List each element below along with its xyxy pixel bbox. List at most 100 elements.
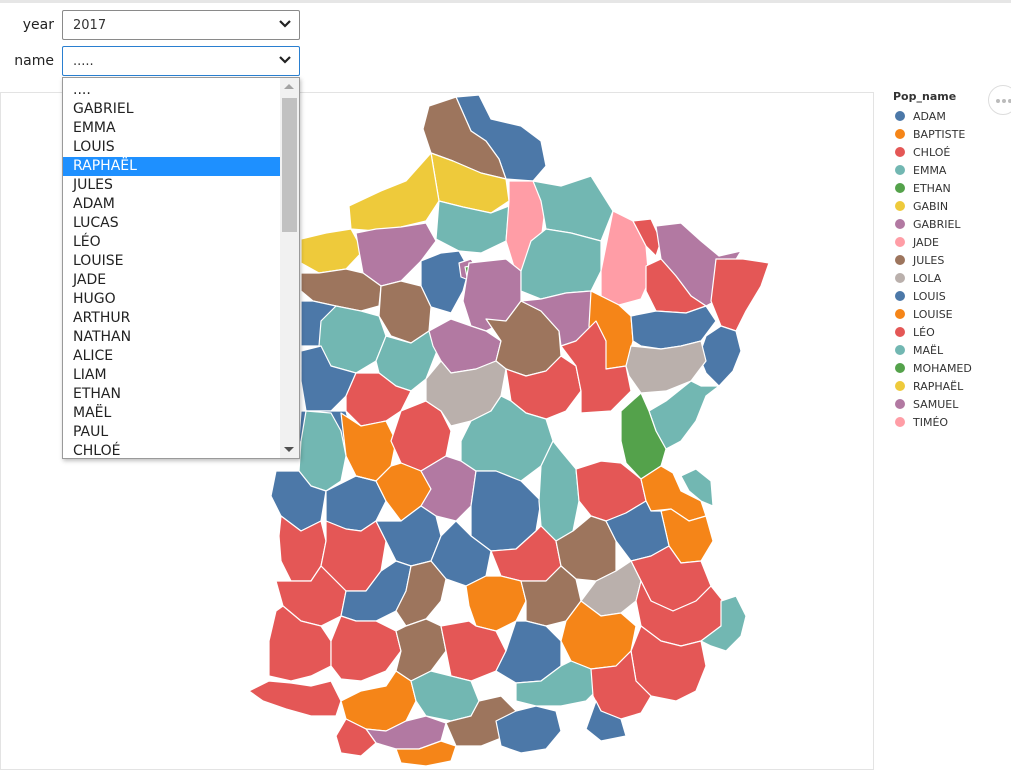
dropdown-option[interactable]: PAUL [63,423,280,442]
dropdown-scrollbar[interactable] [280,78,299,458]
dropdown-option[interactable]: JADE [63,271,280,290]
legend-item: BAPTISTE [893,125,972,143]
legend-title: Pop_name [893,90,957,103]
map-region [375,505,442,567]
name-dropdown-list[interactable]: .... GABRIEL EMMA LOUIS RAPHAËL JULES ADAM LUCA… [62,77,300,459]
legend-swatch [895,363,905,373]
map-region [710,258,770,332]
legend-item: JULES [893,251,972,269]
dropdown-option[interactable]: LOUIS [63,138,280,157]
year-select[interactable]: 2017 [62,10,300,40]
legend-item: RAPHAËL [893,377,972,395]
dropdown-option[interactable]: GABRIEL [63,100,280,119]
legend-item: JADE [893,233,972,251]
dropdown-option[interactable]: CHLOÉ [63,442,280,458]
legend-swatch [895,201,905,211]
legend-swatch [895,111,905,121]
map-region [300,228,364,274]
legend-label: TIMÉO [913,415,949,429]
dropdown-option[interactable]: ARTHUR [63,309,280,328]
chevron-down-icon [279,56,291,64]
dropdown-option[interactable]: EMMA [63,119,280,138]
map-region [248,680,342,717]
legend-swatch [895,273,905,283]
name-select[interactable]: ..... [62,46,300,76]
map-legend: Pop_name ADAM BAPTISTE CHLOÉ EMMA ETHAN GABIN… [893,90,972,431]
legend-swatch [895,165,905,175]
legend-label: LOLA [913,271,942,285]
legend-label: CHLOÉ [913,145,951,159]
dropdown-option[interactable]: LUCAS [63,214,280,233]
legend-label: JADE [913,235,939,249]
dropdown-option[interactable]: HUGO [63,290,280,309]
map-region [330,615,402,682]
legend-label: ADAM [913,109,946,123]
legend-item: LOUIS [893,287,972,305]
scroll-up-icon[interactable] [284,84,294,89]
legend-item: GABRIEL [893,215,972,233]
legend-swatch [895,309,905,319]
legend-item: MOHAMED [893,359,972,377]
dropdown-option[interactable]: ADAM [63,195,280,214]
legend-item: GABIN [893,197,972,215]
year-select-value: 2017 [73,18,107,33]
legend-label: MAËL [913,343,944,357]
year-label: year [22,17,54,33]
map-region [348,152,440,232]
dropdown-option[interactable]: LÉO [63,233,280,252]
legend-label: ETHAN [913,181,951,195]
legend-swatch [895,183,905,193]
legend-swatch [895,417,905,427]
name-select-value: ..... [73,54,94,69]
legend-label: BAPTISTE [913,127,966,141]
legend-label: RAPHAËL [913,379,964,393]
dropdown-option[interactable]: .... [63,81,280,100]
legend-label: JULES [913,253,945,267]
dropdown-option[interactable]: JULES [63,176,280,195]
legend-item: LOUISE [893,305,972,323]
legend-item: CHLOÉ [893,143,972,161]
legend-item: MAËL [893,341,972,359]
dropdown-options: .... GABRIEL EMMA LOUIS RAPHAËL JULES ADAM LUCA… [63,81,280,458]
dropdown-option[interactable]: NATHAN [63,328,280,347]
dropdown-option[interactable]: ALICE [63,347,280,366]
legend-item: ADAM [893,107,972,125]
legend-swatch [895,399,905,409]
more-options-button[interactable] [988,85,1011,115]
map-region [520,228,602,300]
legend-item: LOLA [893,269,972,287]
map-region [378,280,432,344]
legend-items: ADAM BAPTISTE CHLOÉ EMMA ETHAN GABIN GABRIEL JA… [893,107,972,431]
legend-swatch [895,129,905,139]
name-label: name [14,53,54,69]
legend-label: GABRIEL [913,217,961,231]
legend-label: SAMUEL [913,397,959,411]
legend-item: EMMA [893,161,972,179]
legend-swatch [895,237,905,247]
legend-item: TIMÉO [893,413,972,431]
legend-swatch [895,345,905,355]
legend-label: LÉO [913,325,935,339]
legend-swatch [895,147,905,157]
legend-label: LOUISE [913,307,953,321]
dropdown-option[interactable]: LIAM [63,366,280,385]
legend-item: SAMUEL [893,395,972,413]
dropdown-option[interactable]: ETHAN [63,385,280,404]
legend-swatch [895,255,905,265]
legend-label: GABIN [913,199,949,213]
legend-swatch [895,291,905,301]
dropdown-option[interactable]: RAPHAËL [63,157,280,176]
legend-label: EMMA [913,163,947,177]
scroll-thumb[interactable] [282,98,297,232]
legend-swatch [895,219,905,229]
dropdown-option[interactable]: MAËL [63,404,280,423]
chevron-down-icon [279,20,291,28]
top-divider [0,0,1011,3]
map-region [395,618,447,682]
legend-item: LÉO [893,323,972,341]
scroll-down-icon[interactable] [284,447,294,452]
legend-swatch [895,381,905,391]
legend-label: LOUIS [913,289,946,303]
dropdown-option[interactable]: LOUISE [63,252,280,271]
legend-label: MOHAMED [913,361,972,375]
